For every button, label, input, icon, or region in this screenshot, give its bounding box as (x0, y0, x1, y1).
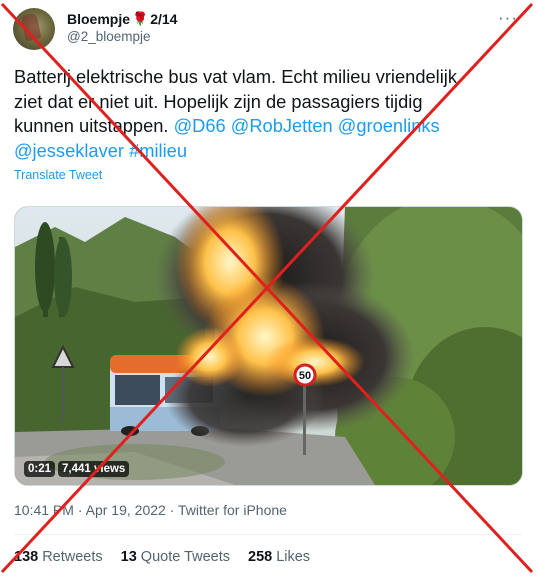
author-handle[interactable]: @2_bloempje (67, 29, 151, 44)
tweet-line-4: @jesseklaver #milieu (14, 139, 524, 164)
tweet-line-2: ziet dat er niet uit. Hopelijk zijn de p… (14, 90, 423, 112)
mention-groenlinks[interactable]: @groenlinks (338, 115, 440, 136)
tweet-metadata: 10:41 PM · Apr 19, 2022 · Twitter for iP… (14, 502, 287, 518)
avatar[interactable] (13, 8, 55, 50)
video-frame: 50 (15, 207, 522, 485)
quote-tweets-stat[interactable]: 13 Quote Tweets (121, 549, 230, 565)
engagement-stats: 138 Retweets 13 Quote Tweets 258 Likes (14, 549, 310, 565)
rose-icon: 🌹 (132, 11, 149, 26)
tweet-line-3: kunnen uitstappen. @D66 @RobJetten @groe… (14, 114, 524, 139)
retweets-label: Retweets (42, 549, 103, 565)
translate-tweet-link[interactable]: Translate Tweet (14, 168, 102, 182)
likes-stat[interactable]: 258 Likes (248, 549, 310, 565)
name-badge: 2/14 (150, 11, 178, 27)
video-player[interactable]: 50 0:21 7,441 views (14, 206, 523, 486)
retweets-count: 138 (14, 549, 39, 565)
tweet-date[interactable]: Apr 19, 2022 (86, 502, 166, 518)
likes-count: 258 (248, 549, 273, 565)
meta-separator-1: · (77, 502, 83, 518)
tweet-text: Batterij elektrische bus vat vlam. Echt … (14, 65, 524, 163)
meta-separator-2: · (169, 502, 175, 518)
tweet-line-1: Batterij elektrische bus vat vlam. Echt … (14, 66, 457, 87)
hashtag-milieu[interactable]: #milieu (129, 140, 187, 161)
display-name: Bloempje (67, 11, 131, 27)
video-views: 7,441 views (58, 461, 130, 477)
mention-robjetten[interactable]: @RobJetten (231, 115, 333, 136)
tweet-source[interactable]: Twitter for iPhone (178, 502, 287, 518)
mention-jesseklaver[interactable]: @jesseklaver (14, 140, 124, 161)
video-duration: 0:21 (24, 461, 56, 477)
quote-tweets-count: 13 (120, 549, 137, 565)
speed-sign-text: 50 (299, 370, 311, 382)
tweet-line-3-text: kunnen uitstappen. (14, 115, 174, 136)
divider (14, 534, 522, 535)
retweets-stat[interactable]: 138 Retweets (14, 549, 103, 565)
mention-d66[interactable]: @D66 (174, 115, 226, 136)
tweet-time[interactable]: 10:41 PM (14, 502, 74, 518)
quote-tweets-label: Quote Tweets (140, 549, 230, 565)
more-options-icon[interactable]: ··· (498, 8, 518, 28)
author-name[interactable]: Bloempje 🌹 2/14 (67, 11, 177, 27)
likes-label: Likes (276, 549, 311, 565)
